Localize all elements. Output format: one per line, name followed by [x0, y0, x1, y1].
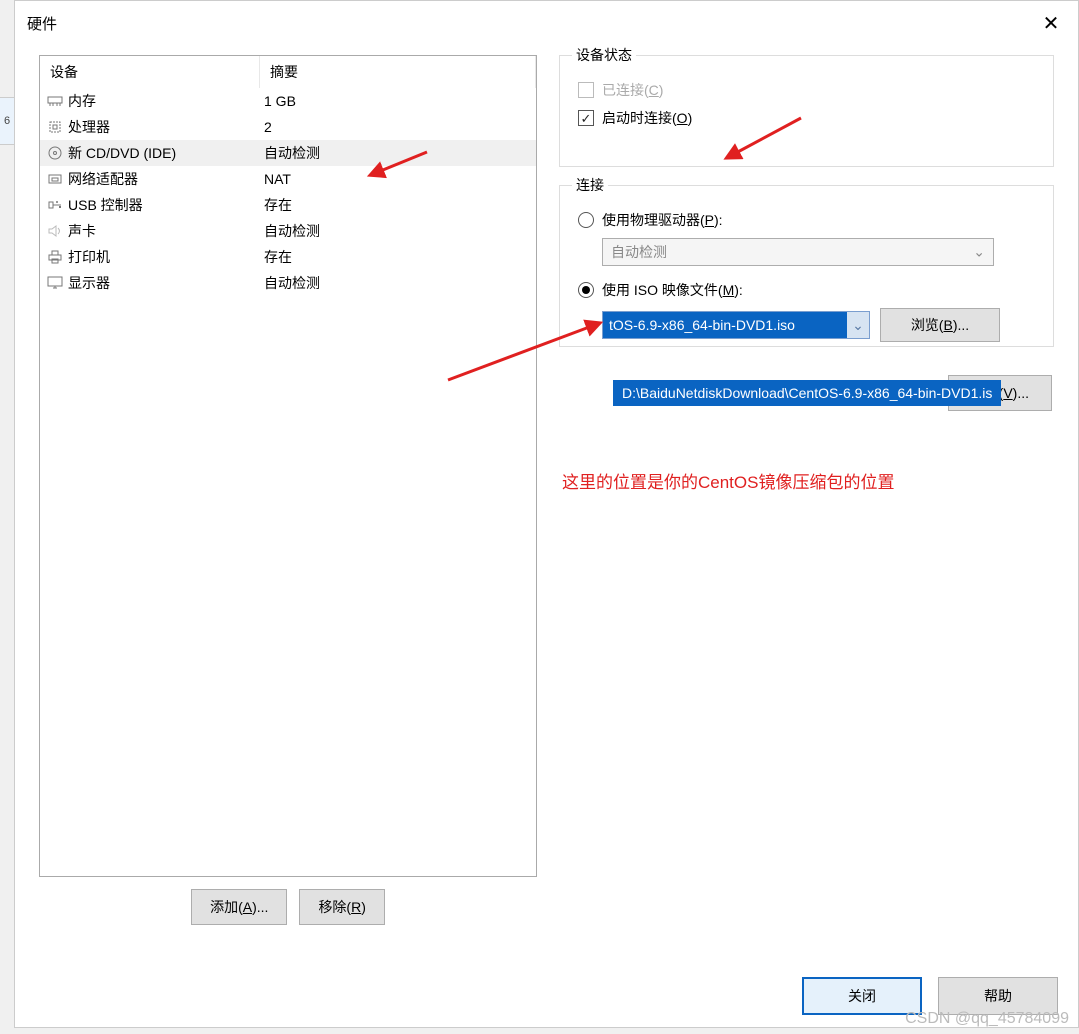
- chevron-down-icon[interactable]: ⌄: [847, 312, 869, 338]
- device-state-group: 设备状态 已连接(C) 启动时连接(O): [559, 55, 1054, 167]
- connected-label: 已连接(C): [602, 80, 663, 100]
- browse-button[interactable]: 浏览(B)...: [880, 308, 1000, 342]
- device-name: 声卡: [68, 221, 96, 241]
- device-summary: 2: [260, 119, 536, 135]
- device-name: USB 控制器: [68, 195, 143, 215]
- chevron-down-icon: ⌄: [973, 244, 985, 261]
- device-summary: 自动检测: [260, 221, 536, 241]
- connect-on-power-checkbox[interactable]: [578, 110, 594, 126]
- sound-icon: [46, 223, 64, 239]
- device-summary: 自动检测: [260, 273, 536, 293]
- iso-path-combo[interactable]: tOS-6.9-x86_64-bin-DVD1.iso ⌄: [602, 311, 870, 339]
- settings-pane: 设备状态 已连接(C) 启动时连接(O) 连接: [559, 55, 1054, 969]
- printer-icon: [46, 249, 64, 265]
- device-row[interactable]: USB 控制器 存在: [40, 192, 536, 218]
- device-row[interactable]: 内存 1 GB: [40, 88, 536, 114]
- iso-radio[interactable]: [578, 282, 594, 298]
- device-summary: 1 GB: [260, 93, 536, 109]
- window-title: 硬件: [27, 13, 57, 34]
- hardware-dialog: 硬件 ✕ 设备 摘要 内存1 GB处理器2新 CD/DVD (IDE)自动检测网…: [14, 0, 1079, 1028]
- device-list-header: 设备 摘要: [40, 56, 536, 88]
- device-row[interactable]: 处理器 2: [40, 114, 536, 140]
- device-row[interactable]: 网络适配器 NAT: [40, 166, 536, 192]
- device-summary: 存在: [260, 247, 536, 267]
- connected-checkbox: [578, 82, 594, 98]
- device-name: 新 CD/DVD (IDE): [68, 143, 176, 163]
- device-list[interactable]: 设备 摘要 内存1 GB处理器2新 CD/DVD (IDE)自动检测网络适配器N…: [39, 55, 537, 877]
- device-list-pane: 设备 摘要 内存1 GB处理器2新 CD/DVD (IDE)自动检测网络适配器N…: [39, 55, 537, 969]
- add-button[interactable]: 添加(A)...: [191, 889, 287, 925]
- cpu-icon: [46, 119, 64, 135]
- device-row[interactable]: 显示器 自动检测: [40, 270, 536, 296]
- physical-drive-radio[interactable]: [578, 212, 594, 228]
- background-tab-sliver: 6: [0, 97, 14, 145]
- iso-path-dropdown-item[interactable]: D:\BaiduNetdiskDownload\CentOS-6.9-x86_6…: [613, 380, 1001, 406]
- close-icon[interactable]: ✕: [1036, 8, 1066, 38]
- iso-path-value: tOS-6.9-x86_64-bin-DVD1.iso: [603, 312, 847, 338]
- device-name: 显示器: [68, 273, 110, 293]
- physical-drive-dropdown: 自动检测 ⌄: [602, 238, 994, 266]
- connection-group: 连接 使用物理驱动器(P): 自动检测 ⌄ 使用 ISO 映: [559, 185, 1054, 347]
- device-name: 处理器: [68, 117, 110, 137]
- device-summary: NAT: [260, 171, 536, 187]
- device-row[interactable]: 声卡 自动检测: [40, 218, 536, 244]
- display-icon: [46, 275, 64, 291]
- iso-label: 使用 ISO 映像文件(M):: [602, 280, 743, 300]
- col-device: 设备: [40, 56, 260, 88]
- device-name: 网络适配器: [68, 169, 138, 189]
- memory-icon: [46, 93, 64, 109]
- device-name: 打印机: [68, 247, 110, 267]
- device-name: 内存: [68, 91, 96, 111]
- title-bar: 硬件 ✕: [15, 1, 1078, 45]
- remove-button[interactable]: 移除(R): [299, 889, 384, 925]
- device-state-legend: 设备状态: [572, 45, 636, 65]
- usb-icon: [46, 197, 64, 213]
- physical-drive-label: 使用物理驱动器(P):: [602, 210, 723, 230]
- connection-legend: 连接: [572, 175, 608, 195]
- nic-icon: [46, 171, 64, 187]
- device-summary: 自动检测: [260, 143, 536, 163]
- col-summary: 摘要: [260, 56, 536, 88]
- annotation-text: 这里的位置是你的CentOS镜像压缩包的位置: [562, 468, 894, 493]
- watermark: CSDN @qq_45784099: [905, 1010, 1069, 1028]
- device-summary: 存在: [260, 195, 536, 215]
- cd-icon: [46, 145, 64, 161]
- device-row[interactable]: 打印机 存在: [40, 244, 536, 270]
- close-button[interactable]: 关闭: [802, 977, 922, 1015]
- device-row[interactable]: 新 CD/DVD (IDE) 自动检测: [40, 140, 536, 166]
- connect-on-power-label: 启动时连接(O): [602, 108, 692, 128]
